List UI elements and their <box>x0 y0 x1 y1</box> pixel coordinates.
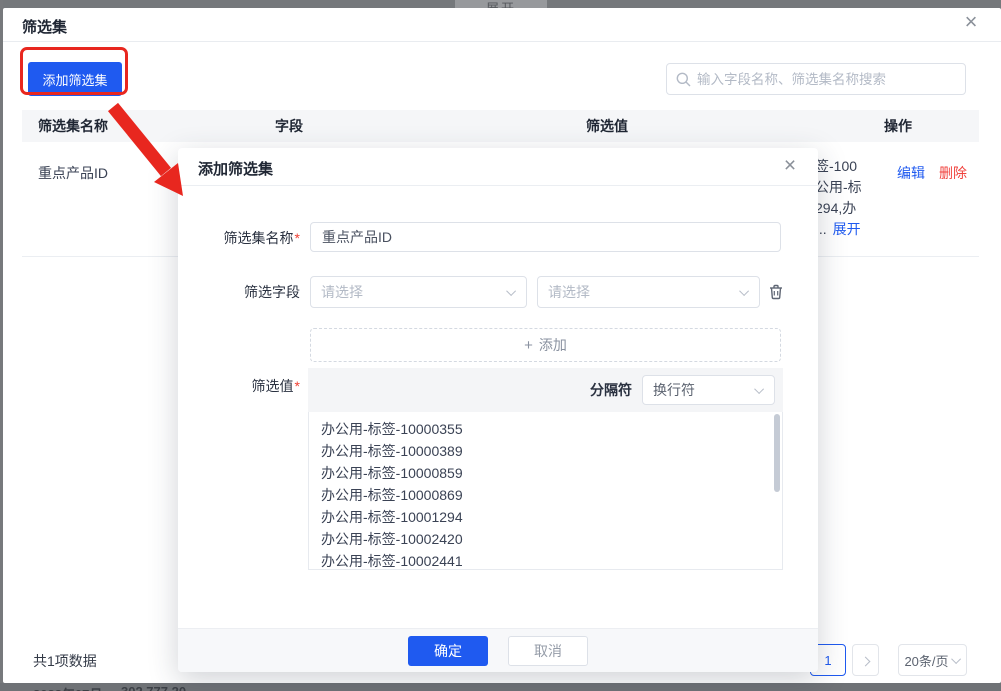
background-expand-control: 展开 <box>455 0 547 8</box>
background-number-text: 302.777,20 <box>121 684 186 691</box>
chevron-down-icon <box>506 286 516 296</box>
edit-link[interactable]: 编辑 <box>897 165 925 181</box>
page-size-select[interactable]: 20条/页 <box>898 644 967 676</box>
select-placeholder: 请选择 <box>321 282 363 302</box>
column-header-action: 操作 <box>884 116 979 136</box>
screen: 展开 2023年07月 302.777,20 筛选集 × 添加筛选集 筛选集名称… <box>0 0 1001 691</box>
table-header: 筛选集名称 字段 筛选值 操作 <box>22 110 979 142</box>
background-page-bottom: 2023年07月 302.777,20 <box>0 683 1001 691</box>
separator-label: 分隔符 <box>590 380 632 400</box>
filter-value-item: 办公用-标签-10000859 <box>321 462 782 484</box>
scrollbar-thumb[interactable] <box>774 414 780 492</box>
background-date-text: 2023年07月 <box>33 684 102 691</box>
modal-title: 添加筛选集 <box>198 158 273 179</box>
field-select-label: 筛选字段 <box>178 282 300 302</box>
search-field[interactable] <box>666 63 966 95</box>
chevron-down-icon <box>754 384 764 394</box>
filter-set-name-cell: 重点产品ID <box>38 163 108 183</box>
pagination-next-button[interactable] <box>852 644 879 676</box>
add-field-row-button[interactable]: +添加 <box>310 328 781 362</box>
chevron-down-icon <box>951 654 961 664</box>
filter-value-item: 办公用-标签-10000355 <box>321 418 782 440</box>
filter-values-textarea[interactable]: 办公用-标签-10000355办公用-标签-10000389办公用-标签-100… <box>308 412 783 570</box>
plus-icon: + <box>524 337 533 354</box>
filter-value-line: 签-100 <box>815 156 862 177</box>
filter-values-panel: 分隔符 换行符 办公用-标签-10000355办公用-标签-10000389办公… <box>308 368 783 570</box>
modal-footer: 确定 取消 <box>178 628 818 672</box>
cancel-button[interactable]: 取消 <box>508 636 588 666</box>
search-icon <box>676 72 691 87</box>
total-count-text: 共1项数据 <box>33 651 97 671</box>
search-input[interactable] <box>697 64 961 94</box>
column-header-name: 筛选集名称 <box>22 116 275 136</box>
filter-value-line: 294,办 <box>815 198 862 219</box>
dialog-title: 筛选集 <box>22 16 67 37</box>
chevron-down-icon <box>739 286 749 296</box>
required-mark: * <box>295 230 300 246</box>
expand-link[interactable]: 展开 <box>833 221 861 237</box>
page-size-label: 20条/页 <box>904 651 948 670</box>
delete-link[interactable]: 删除 <box>939 165 967 181</box>
separator-select[interactable]: 换行符 <box>642 375 775 405</box>
trash-icon[interactable] <box>766 282 786 302</box>
filter-value-item: 办公用-标签-10001294 <box>321 506 782 528</box>
filter-value-item: 办公用-标签-10000869 <box>321 484 782 506</box>
dialog-header: 筛选集 × <box>3 8 1001 42</box>
filter-values-more: ...展开 <box>815 219 861 240</box>
filter-set-name-input[interactable] <box>310 222 781 252</box>
column-header-field: 字段 <box>275 116 586 136</box>
filter-value-item: 办公用-标签-10000389 <box>321 440 782 462</box>
chevron-right-icon <box>861 657 871 667</box>
filter-value-item: 办公用-标签-10002441 <box>321 550 782 570</box>
filter-value-item: 办公用-标签-10002420 <box>321 528 782 550</box>
add-filter-set-button[interactable]: 添加筛选集 <box>28 62 122 96</box>
add-filter-set-modal: 添加筛选集 × 筛选集名称* 筛选字段 请选择 请选择 +添加 筛选值* 分隔符 <box>178 148 818 672</box>
field-select-primary[interactable]: 请选择 <box>310 276 527 308</box>
filter-values-panel-header: 分隔符 换行符 <box>308 368 783 412</box>
separator-value: 换行符 <box>653 380 695 400</box>
required-mark: * <box>295 378 300 394</box>
column-header-value: 筛选值 <box>586 116 884 136</box>
field-select-secondary[interactable]: 请选择 <box>537 276 760 308</box>
modal-close-icon[interactable]: × <box>778 154 802 178</box>
background-expand-label: 展开 <box>486 0 516 8</box>
background-page-top: 展开 <box>0 0 1001 8</box>
value-field-label: 筛选值* <box>178 376 300 396</box>
filter-values-cell-clipped: 签-100公用-标294,办 <box>815 156 862 219</box>
modal-header: 添加筛选集 × <box>178 148 818 186</box>
name-field-label: 筛选集名称* <box>178 228 300 248</box>
confirm-button[interactable]: 确定 <box>408 636 488 666</box>
filter-value-line: 公用-标 <box>815 177 862 198</box>
select-placeholder: 请选择 <box>548 282 590 302</box>
close-icon[interactable]: × <box>959 10 983 34</box>
row-actions: 编辑删除 <box>897 163 967 183</box>
